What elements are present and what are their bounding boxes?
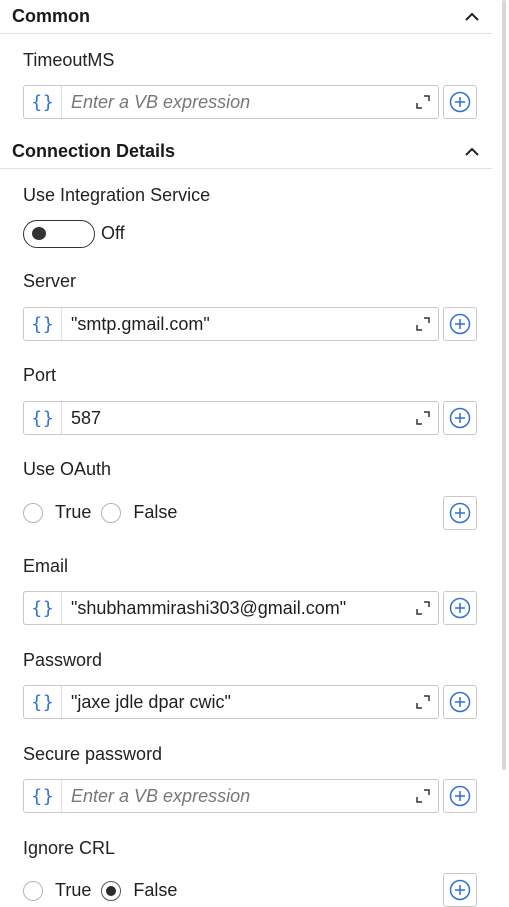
plus-circle-icon [449, 879, 471, 901]
oauth-true-label: True [55, 502, 92, 522]
port-value: 587 [71, 407, 102, 428]
plus-circle-icon [449, 785, 471, 807]
integration-toggle[interactable] [23, 220, 95, 248]
email-label: Email [23, 556, 69, 576]
braces-icon: {} [24, 592, 62, 624]
toggle-state-label: Off [101, 223, 125, 243]
plus-circle-icon [449, 91, 471, 113]
plus-circle-icon [449, 502, 471, 524]
password-label: Password [23, 650, 103, 670]
timeout-placeholder: Enter a VB expression [71, 91, 251, 112]
server-add-button[interactable] [443, 307, 477, 341]
port-label: Port [23, 365, 57, 385]
expand-editor-icon[interactable] [408, 686, 438, 718]
oauth-label: Use OAuth [23, 459, 112, 479]
server-label: Server [23, 271, 77, 291]
secure-password-label: Secure password [23, 744, 163, 764]
section-title: Connection Details [12, 141, 176, 161]
ignore-crl-add-button[interactable] [443, 873, 477, 907]
oauth-add-button[interactable] [443, 496, 477, 530]
expand-editor-icon[interactable] [408, 86, 438, 118]
ignore-crl-radio-group: True False [23, 880, 177, 901]
email-add-button[interactable] [443, 591, 477, 625]
expand-editor-icon[interactable] [408, 780, 438, 812]
ignore-crl-false-radio[interactable] [101, 880, 122, 901]
email-input[interactable]: {} "shubhammirashi303@gmail.com" [23, 591, 439, 625]
section-common-header[interactable]: Common [0, 0, 492, 34]
oauth-false-radio[interactable] [101, 502, 122, 523]
ignore-crl-true-radio[interactable] [23, 880, 43, 901]
timeout-add-button[interactable] [443, 85, 477, 119]
secure-password-add-button[interactable] [443, 779, 477, 813]
ignore-crl-label: Ignore CRL [23, 838, 116, 858]
integration-label: Use Integration Service [23, 185, 211, 205]
server-value: "smtp.gmail.com" [71, 313, 210, 334]
password-add-button[interactable] [443, 685, 477, 719]
chevron-up-icon[interactable] [462, 142, 482, 162]
section-connection-header[interactable]: Connection Details [0, 135, 492, 169]
oauth-radio-group: True False [23, 502, 177, 523]
braces-icon: {} [24, 780, 62, 812]
ignore-crl-true-label: True [55, 880, 92, 900]
braces-icon: {} [24, 308, 62, 340]
server-input[interactable]: {} "smtp.gmail.com" [23, 307, 439, 341]
timeout-label: TimeoutMS [23, 50, 115, 70]
port-add-button[interactable] [443, 401, 477, 435]
oauth-false-label: False [133, 502, 178, 522]
expand-editor-icon[interactable] [408, 592, 438, 624]
port-input[interactable]: {} 587 [23, 401, 439, 435]
plus-circle-icon [449, 313, 471, 335]
expand-editor-icon[interactable] [408, 402, 438, 434]
email-value: "shubhammirashi303@gmail.com" [71, 597, 347, 618]
password-input[interactable]: {} "jaxe jdle dpar cwic" [23, 685, 439, 719]
section-title: Common [12, 6, 90, 26]
vertical-scrollbar[interactable] [502, 0, 506, 770]
braces-icon: {} [24, 686, 62, 718]
plus-circle-icon [449, 691, 471, 713]
braces-icon: {} [24, 86, 62, 118]
plus-circle-icon [449, 407, 471, 429]
plus-circle-icon [449, 597, 471, 619]
toggle-knob [32, 227, 46, 240]
secure-password-placeholder: Enter a VB expression [71, 785, 251, 806]
password-value: "jaxe jdle dpar cwic" [71, 691, 231, 712]
oauth-true-radio[interactable] [23, 502, 43, 523]
braces-icon: {} [24, 402, 62, 434]
chevron-up-icon[interactable] [462, 7, 482, 27]
secure-password-input[interactable]: {} Enter a VB expression [23, 779, 439, 813]
ignore-crl-false-label: False [133, 880, 178, 900]
timeout-input[interactable]: {} Enter a VB expression [23, 85, 439, 119]
expand-editor-icon[interactable] [408, 308, 438, 340]
